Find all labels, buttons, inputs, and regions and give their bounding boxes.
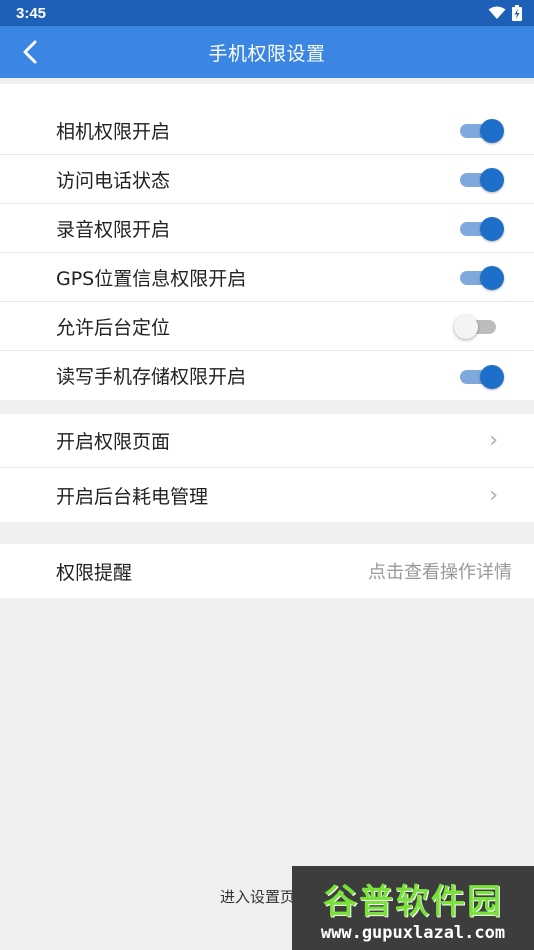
permission-row-record-audio[interactable]: 录音权限开启 (0, 204, 534, 253)
watermark-title: 谷普软件园 (323, 881, 503, 922)
watermark-url: www.gupuxlazal.com (320, 922, 506, 943)
permission-row-background-location[interactable]: 允许后台定位 (0, 302, 534, 351)
back-button[interactable] (10, 32, 50, 72)
permission-label: 录音权限开启 (56, 218, 171, 241)
permission-reminder-row[interactable]: 权限提醒 点击查看操作详情 (0, 544, 534, 598)
settings-links: 开启权限页面 › 开启后台耗电管理 › (0, 414, 534, 522)
permission-row-gps[interactable]: GPS位置信息权限开启 (0, 253, 534, 302)
status-icons (488, 5, 522, 21)
open-permission-page-row[interactable]: 开启权限页面 › (0, 414, 534, 468)
permission-label: 读写手机存储权限开启 (56, 366, 247, 388)
status-bar: 3:45 (0, 0, 534, 26)
link-label: 开启后台耗电管理 (56, 485, 209, 508)
link-label: 开启权限页面 (56, 431, 171, 453)
permission-list: 相机权限开启 访问电话状态 录音权限开启 GPS位置信息权限开启 允许后台定位 … (0, 84, 534, 400)
phone-state-toggle[interactable] (458, 167, 504, 192)
watermark: 谷普软件园 www.gupuxlazal.com (292, 866, 534, 950)
page-title: 手机权限设置 (208, 42, 326, 65)
camera-toggle[interactable] (458, 118, 504, 143)
enter-settings-button[interactable]: 进入设置页 (220, 886, 295, 907)
permission-row-phone-state[interactable]: 访问电话状态 (0, 155, 534, 204)
permission-label: 相机权限开启 (56, 120, 171, 143)
permission-label: 访问电话状态 (56, 169, 171, 192)
status-time: 3:45 (16, 4, 47, 22)
chevron-right-icon: › (489, 428, 498, 453)
permission-row-storage[interactable]: 读写手机存储权限开启 (0, 351, 534, 400)
reminder-section: 权限提醒 点击查看操作详情 (0, 544, 534, 598)
record-audio-toggle[interactable] (458, 216, 504, 241)
battery-management-row[interactable]: 开启后台耗电管理 › (0, 468, 534, 522)
permission-row-camera[interactable]: 相机权限开启 (0, 106, 534, 155)
background-location-toggle[interactable] (454, 314, 498, 339)
storage-toggle[interactable] (458, 364, 504, 389)
gps-toggle[interactable] (458, 265, 504, 290)
chevron-right-icon: › (489, 482, 498, 508)
reminder-label: 权限提醒 (56, 561, 133, 584)
app-bar: 手机权限设置 (0, 26, 534, 78)
battery-charging-icon (512, 5, 522, 21)
permission-label: GPS位置信息权限开启 (56, 267, 247, 290)
permission-label: 允许后台定位 (56, 316, 171, 339)
wifi-icon (488, 6, 506, 19)
reminder-detail-link[interactable]: 点击查看操作详情 (368, 558, 512, 584)
back-arrow-icon (23, 40, 37, 64)
